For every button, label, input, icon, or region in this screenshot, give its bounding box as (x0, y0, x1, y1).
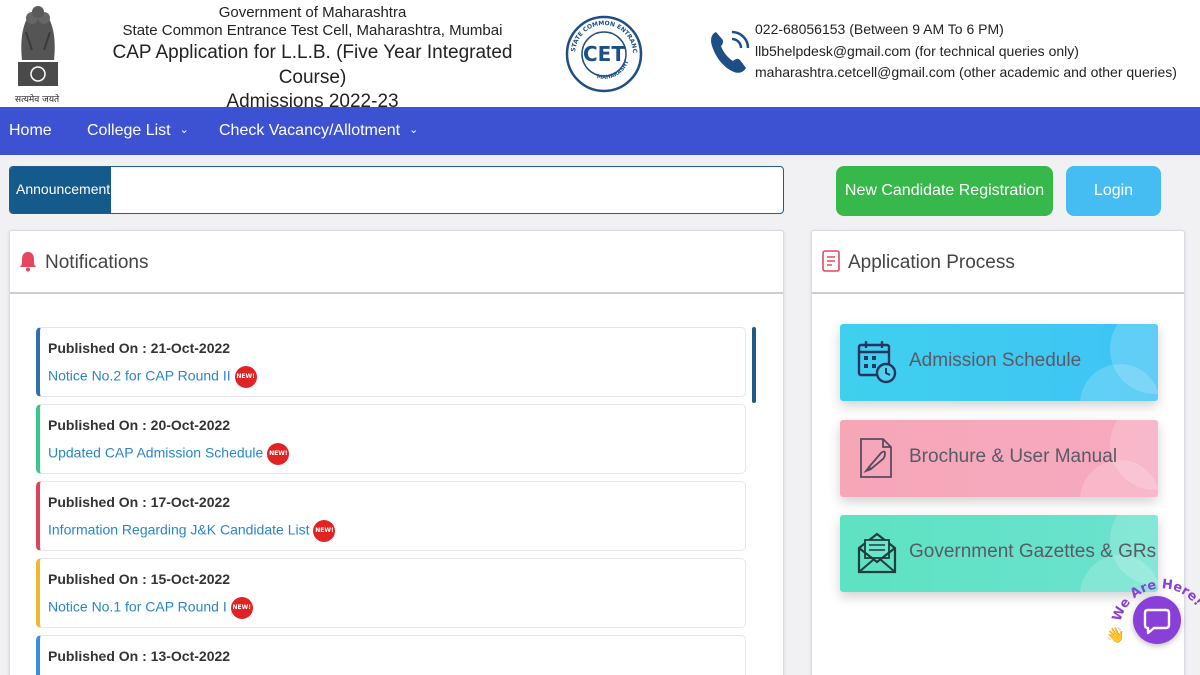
application-process-title: Application Process (848, 252, 1015, 273)
new-badge-icon: NEW! (267, 443, 290, 465)
published-date: Published On : 15-Oct-2022 (48, 571, 231, 587)
notifications-scrollbar[interactable] (752, 327, 756, 403)
org-line-3: CAP Application for L.L.B. (Five Year In… (112, 42, 513, 88)
notifications-title: Notifications (45, 252, 149, 273)
published-date: Published On : 21-Oct-2022 (48, 340, 231, 356)
waving-hand-icon: 👋 (1106, 626, 1125, 644)
nav-check-vacancy[interactable]: Check Vacancy/Allotment ⌄ (219, 107, 418, 155)
notification-item: Published On : 17-Oct-2022 Information R… (36, 481, 746, 551)
notification-item: Published On : 21-Oct-2022 Notice No.2 f… (36, 327, 746, 397)
phone-icon (711, 30, 750, 73)
notifications-header: Notifications (10, 231, 783, 294)
new-badge-icon: NEW! (230, 597, 253, 619)
main-navbar: Home College List ⌄ Check Vacancy/Allotme… (0, 107, 1200, 155)
contact-technical-email[interactable]: llb5helpdesk@gmail.com (for technical qu… (755, 41, 1177, 63)
contact-info: 022-68056153 (Between 9 AM To 6 PM) llb5… (755, 19, 1177, 84)
notification-link[interactable]: Notice No.1 for CAP Round I NEW! (48, 597, 253, 619)
admission-schedule-card[interactable]: Admission Schedule (840, 324, 1158, 401)
announcement-bar: Announcement (9, 166, 784, 214)
notification-link[interactable]: Notice No.2 for CAP Round II NEW! (48, 366, 257, 388)
site-header: सत्यमेव जयते Government of Maharashtra S… (0, 0, 1200, 112)
state-emblem-icon (18, 6, 58, 86)
new-candidate-registration-button[interactable]: New Candidate Registration (836, 166, 1053, 216)
brochure-user-manual-card[interactable]: Brochure & User Manual (840, 420, 1158, 497)
application-process-header: Application Process (812, 231, 1184, 294)
calendar-clock-icon (857, 341, 897, 384)
contact-phone: 022-68056153 (Between 9 AM To 6 PM) (755, 21, 1004, 37)
published-date: Published On : 13-Oct-2022 (48, 648, 231, 664)
cet-logo-text: CET (583, 42, 625, 66)
notification-item: Published On : 15-Oct-2022 Notice No.1 f… (36, 558, 746, 628)
rocket-document-icon (860, 438, 892, 478)
chevron-down-icon: ⌄ (179, 124, 189, 136)
published-date: Published On : 17-Oct-2022 (48, 494, 231, 510)
nav-college-list[interactable]: College List ⌄ (87, 107, 189, 155)
notification-item: Published On : 13-Oct-2022 (36, 635, 746, 675)
nav-college-list-label: College List (87, 122, 171, 139)
login-button[interactable]: Login (1066, 166, 1161, 216)
notification-link[interactable]: Updated CAP Admission Schedule NEW! (48, 443, 290, 465)
nav-home[interactable]: Home (9, 107, 52, 155)
announcement-label: Announcement (10, 167, 111, 213)
emblem-motto: सत्यमेव जयते (15, 95, 60, 105)
new-badge-icon: NEW! (234, 366, 257, 388)
government-gazettes-label: Government Gazettes & GRs (909, 541, 1157, 562)
contact-academic-email[interactable]: maharashtra.cetcell@gmail.com (other aca… (755, 62, 1177, 84)
announcement-ticker[interactable] (120, 167, 783, 213)
published-date: Published On : 20-Oct-2022 (48, 417, 231, 433)
notifications-panel: Notifications Published On : 21-Oct-2022… (9, 230, 784, 675)
nav-check-vacancy-label: Check Vacancy/Allotment (219, 122, 401, 139)
cet-logo: STATE COMMON ENTRANCE TEST CELL MAHARASH… (565, 4, 643, 93)
org-line-1: Government of Maharashtra (218, 4, 407, 21)
bell-icon (20, 252, 36, 272)
org-line-2: State Common Entrance Test Cell, Maharas… (122, 22, 503, 39)
notification-item: Published On : 20-Oct-2022 Updated CAP A… (36, 404, 746, 474)
chat-bubble-icon (1143, 608, 1171, 635)
chat-button[interactable] (1133, 596, 1181, 644)
document-list-icon (822, 250, 840, 272)
nav-home-label: Home (9, 122, 52, 139)
envelope-letter-icon (857, 532, 897, 574)
brochure-user-manual-label: Brochure & User Manual (909, 446, 1118, 467)
organization-title: Government of Maharashtra State Common E… (100, 4, 525, 113)
admission-schedule-label: Admission Schedule (909, 350, 1082, 371)
chevron-down-icon: ⌄ (409, 124, 419, 136)
notification-link[interactable]: Information Regarding J&K Candidate List… (48, 520, 336, 542)
new-badge-icon: NEW! (313, 520, 336, 542)
